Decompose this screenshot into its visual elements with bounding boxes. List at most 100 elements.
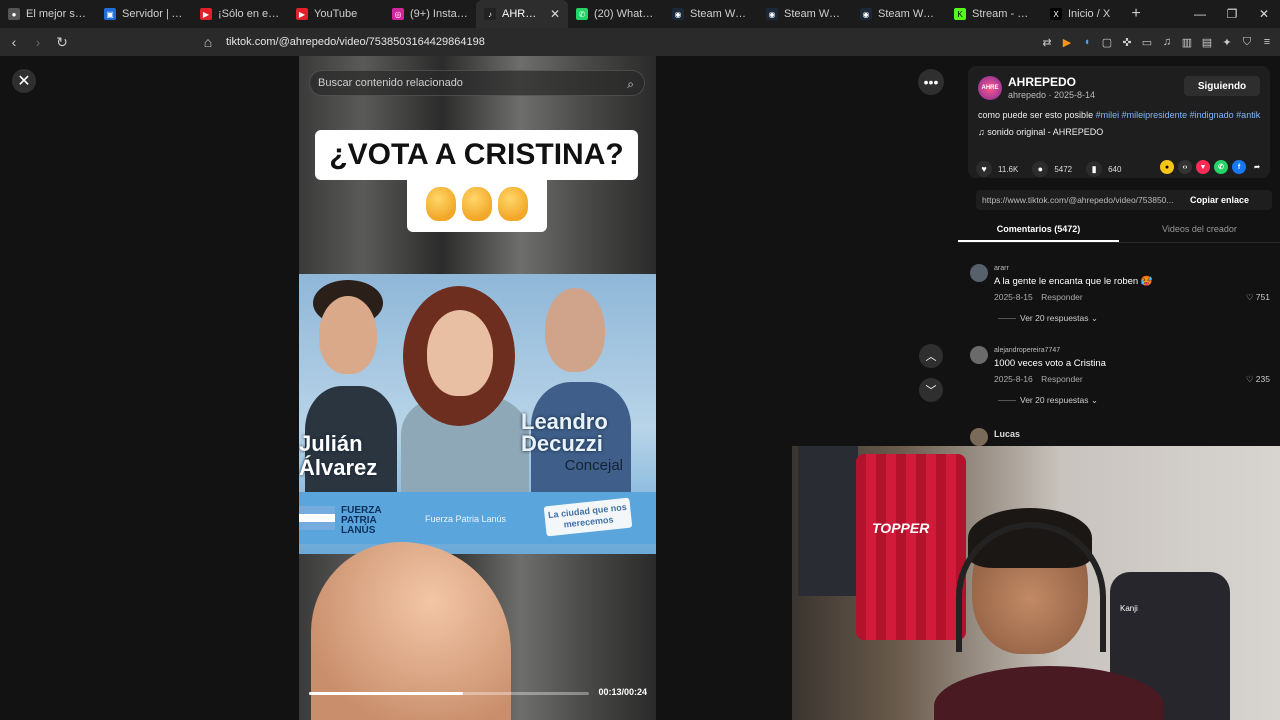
- sparkle-icon[interactable]: ✦: [1220, 35, 1234, 49]
- back-icon[interactable]: ‹: [4, 32, 24, 52]
- menu-icon[interactable]: ≡: [1260, 35, 1274, 49]
- browser-tab[interactable]: ● El mejor software: [0, 0, 96, 28]
- browser-tab[interactable]: ◎ (9+) Instagram: [384, 0, 476, 28]
- share-arrow-icon[interactable]: ➦: [1250, 160, 1264, 174]
- heart-icon[interactable]: ♥: [976, 161, 992, 177]
- author-name[interactable]: AHREPEDO: [1008, 75, 1076, 89]
- browser-tab-active[interactable]: ♪ AHREPEDO ✕: [476, 0, 568, 28]
- new-tab-button[interactable]: +: [1122, 5, 1150, 23]
- url-text[interactable]: tiktok.com/@ahrepedo/video/7538503164429…: [226, 36, 485, 48]
- hashtags[interactable]: #milei #mileipresidente #indignado #anti…: [1096, 110, 1261, 120]
- action-row: ♥ 11.6K ● 5472 ▮ 640 ● ‹› ▼ ✆ f ➦: [976, 160, 1272, 178]
- play-icon[interactable]: ▶: [1060, 35, 1074, 49]
- pinched-fingers-icon: [426, 187, 456, 221]
- audio-icon[interactable]: ◖: [1080, 35, 1094, 49]
- browser-tab-bar: ● El mejor software ▣ Servidor | Atemo ▶…: [0, 0, 1280, 28]
- comment-avatar[interactable]: [970, 264, 988, 282]
- browser-tab[interactable]: ◉ Steam Workshop: [758, 0, 852, 28]
- bookmark-icon[interactable]: ⌂: [198, 32, 218, 52]
- tab-comments[interactable]: Comentarios (5472): [958, 216, 1119, 242]
- view-replies-button[interactable]: Ver 20 respuestas ⌄: [998, 313, 1098, 324]
- comment-action[interactable]: ● 5472: [1032, 161, 1072, 177]
- following-button[interactable]: Siguiendo: [1184, 76, 1260, 96]
- description-text: como puede ser esto posible: [978, 110, 1094, 120]
- send-icon[interactable]: ▼: [1196, 160, 1210, 174]
- party-slogan: La ciudad que nos merecemos: [543, 497, 633, 537]
- navigation-bar: ‹ › ↻ ⌂ tiktok.com/@ahrepedo/video/75385…: [0, 28, 1280, 56]
- browser-tab[interactable]: ◉ Steam Workshop: [852, 0, 946, 28]
- next-video-button[interactable]: ﹀: [919, 378, 943, 402]
- previous-video-button[interactable]: ︿: [919, 344, 943, 368]
- party-handle: Fuerza Patria Lanús: [425, 514, 507, 524]
- related-search-input[interactable]: [318, 77, 608, 89]
- wallet-icon[interactable]: ▤: [1200, 35, 1214, 49]
- video-player[interactable]: ⌕ ¿VOTA A CRISTINA? Julián Álvarez Leand…: [299, 56, 656, 720]
- sound-link[interactable]: ♫ sonido original - AHREPEDO: [978, 127, 1103, 137]
- comment-user[interactable]: Lucas: [994, 429, 1020, 439]
- minimize-icon[interactable]: —: [1184, 0, 1216, 28]
- browser-tab[interactable]: ✆ (20) WhatsApp: [568, 0, 664, 28]
- related-search-box[interactable]: ⌕: [309, 70, 645, 96]
- comment-avatar[interactable]: [970, 346, 988, 364]
- search-icon[interactable]: ⌕: [627, 77, 634, 92]
- comment-meta: 2025-8-15 Responder: [994, 292, 1083, 302]
- shield-icon[interactable]: ⛉: [1240, 35, 1254, 49]
- browser-tab[interactable]: X Inicio / X: [1042, 0, 1122, 28]
- maximize-icon[interactable]: ❐: [1216, 0, 1248, 28]
- embed-icon[interactable]: ‹›: [1178, 160, 1192, 174]
- close-video-button[interactable]: ✕: [12, 69, 36, 93]
- facebook-share-icon[interactable]: f: [1232, 160, 1246, 174]
- candidate-center-face: [427, 310, 493, 396]
- address-bar[interactable]: ⌂ tiktok.com/@ahrepedo/video/75385031644…: [196, 31, 948, 53]
- forward-icon[interactable]: ›: [28, 32, 48, 52]
- party-band: FUERZA PATRIA LANÚS Fuerza Patria Lanús …: [299, 492, 656, 544]
- close-window-icon[interactable]: ✕: [1248, 0, 1280, 28]
- translate-icon[interactable]: ⇄: [1040, 35, 1054, 49]
- comment-date: 2025-8-15: [994, 292, 1033, 302]
- comment-icon[interactable]: ●: [1032, 161, 1049, 177]
- save-action[interactable]: ▮ 640: [1086, 161, 1121, 177]
- coin-icon[interactable]: ●: [1160, 160, 1174, 174]
- panel-tabs: Comentarios (5472) Videos del creador: [958, 216, 1280, 243]
- reply-button[interactable]: Responder: [1041, 374, 1083, 384]
- music-icon[interactable]: ♫: [1160, 35, 1174, 49]
- video-progress-bar[interactable]: [309, 692, 589, 695]
- pinched-fingers-emoji: [407, 176, 547, 232]
- whatsapp-share-icon[interactable]: ✆: [1214, 160, 1228, 174]
- sidebar-icon[interactable]: ▭: [1140, 35, 1154, 49]
- browser-tab[interactable]: ▶ YouTube: [288, 0, 384, 28]
- like-action[interactable]: ♥ 11.6K: [976, 161, 1018, 177]
- comment-user[interactable]: ararr: [994, 265, 1009, 272]
- browser-tab[interactable]: ▣ Servidor | Atemo: [96, 0, 192, 28]
- reload-icon[interactable]: ↻: [52, 32, 72, 52]
- comment-avatar[interactable]: [970, 428, 988, 446]
- tab-creator-videos[interactable]: Videos del creador: [1119, 216, 1280, 242]
- more-options-button[interactable]: •••: [918, 69, 944, 95]
- view-replies-button[interactable]: Ver 20 respuestas ⌄: [998, 395, 1098, 406]
- candidate-right-name-text: Leandro Decuzzi: [521, 409, 608, 456]
- comment-item: alejandropereira7747 1000 veces voto a C…: [970, 346, 1270, 416]
- candidate-right-role: Concejal: [564, 457, 623, 474]
- video-description: como puede ser esto posible #milei #mile…: [978, 110, 1268, 120]
- author-avatar[interactable]: AHRE: [978, 76, 1002, 100]
- comment-likes[interactable]: ♡ 235: [1246, 374, 1270, 385]
- reader-icon[interactable]: ▥: [1180, 35, 1194, 49]
- browser-tab[interactable]: ◉ Steam Workshop: [664, 0, 758, 28]
- comment-likes[interactable]: ♡ 751: [1246, 292, 1270, 303]
- comment-date: 2025-8-16: [994, 374, 1033, 384]
- author-handle: ahrepedo · 2025-8-14: [1008, 90, 1096, 100]
- bookmark-icon[interactable]: ▮: [1086, 161, 1103, 177]
- close-tab-icon[interactable]: ✕: [550, 7, 560, 21]
- share-icons: ● ‹› ▼ ✆ f ➦: [1160, 160, 1264, 174]
- comment-user[interactable]: alejandropereira7747: [994, 347, 1060, 354]
- browser-tab[interactable]: K Stream - Kick Da: [946, 0, 1042, 28]
- reply-button[interactable]: Responder: [1041, 292, 1083, 302]
- hanging-jersey-red: TOPPER: [856, 454, 966, 640]
- browser-tab[interactable]: ▶ ¡Sólo en escuelas: [192, 0, 288, 28]
- kick-icon: K: [954, 8, 966, 20]
- video-link[interactable]: https://www.tiktok.com/@ahrepedo/video/7…: [976, 195, 1186, 205]
- extension-icon[interactable]: ▢: [1100, 35, 1114, 49]
- puzzle-icon[interactable]: ✜: [1120, 35, 1134, 49]
- copy-link-button[interactable]: Copiar enlace: [1190, 195, 1249, 205]
- youtube-icon: ▶: [200, 8, 212, 20]
